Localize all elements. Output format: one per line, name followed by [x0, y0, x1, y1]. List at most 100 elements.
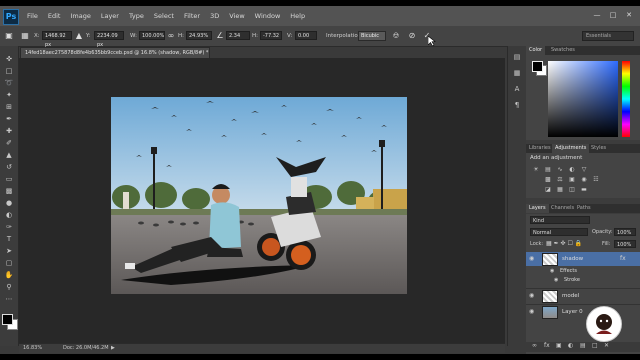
vibrance-icon[interactable]: ▽ — [580, 166, 588, 173]
transform-tool-icon[interactable]: ▣ — [4, 31, 14, 41]
quick-select-tool-icon[interactable]: ✦ — [3, 90, 15, 100]
link-layers-icon[interactable]: ∞ — [532, 342, 537, 349]
character-panel-icon[interactable]: A — [511, 84, 523, 94]
history-panel-icon[interactable]: ▤ — [511, 52, 523, 62]
tab-styles[interactable]: Styles — [588, 144, 609, 153]
fg-color-swatch[interactable] — [532, 61, 543, 72]
cancel-transform-icon[interactable]: ⊘ — [407, 31, 417, 41]
gradient-map-icon[interactable]: ▬ — [580, 186, 588, 193]
tab-color[interactable]: Color — [526, 46, 546, 55]
relative-position-icon[interactable]: ▲ — [74, 31, 84, 41]
photo-filter-icon[interactable]: ◉ — [580, 176, 588, 183]
layer-filter-select[interactable]: Kind — [530, 216, 590, 224]
document-image[interactable] — [111, 97, 407, 294]
menu-layer[interactable]: Layer — [96, 6, 124, 26]
new-layer-icon[interactable]: □ — [592, 342, 598, 349]
properties-panel-icon[interactable]: ▦ — [511, 68, 523, 78]
hand-tool-icon[interactable]: ✋ — [3, 270, 15, 280]
marquee-tool-icon[interactable]: □ — [3, 66, 15, 76]
maximize-icon[interactable]: □ — [608, 10, 618, 20]
path-selection-tool-icon[interactable]: ➤ — [3, 246, 15, 256]
more-tools-icon[interactable]: ⋯ — [3, 294, 15, 304]
lock-icons[interactable]: ▦ ✒ ✜ ☐ 🔒 — [546, 240, 582, 247]
layer-row-layer0[interactable]: ◉ Layer 0 — [526, 304, 640, 319]
crop-tool-icon[interactable]: ⊞ — [3, 102, 15, 112]
pen-tool-icon[interactable]: ✑ — [3, 222, 15, 232]
status-arrow-icon[interactable]: ▶ — [111, 344, 115, 353]
add-style-icon[interactable]: fx — [544, 342, 550, 349]
trash-icon[interactable]: ✕ — [604, 342, 609, 349]
channel-mixer-icon[interactable]: ☷ — [592, 176, 600, 183]
menu-help[interactable]: Help — [285, 6, 310, 26]
posterize-icon[interactable]: ▦ — [556, 186, 564, 193]
color-picker-field[interactable] — [548, 61, 618, 137]
menu-type[interactable]: Type — [124, 6, 149, 26]
menu-view[interactable]: View — [224, 6, 249, 26]
eye-icon[interactable]: ◉ — [529, 292, 534, 299]
brightness-icon[interactable]: ☀ — [532, 166, 540, 173]
blend-mode-select[interactable]: Normal — [530, 228, 588, 236]
menu-3d[interactable]: 3D — [205, 6, 224, 26]
lasso-tool-icon[interactable]: ➰ — [3, 78, 15, 88]
tab-swatches[interactable]: Swatches — [548, 46, 578, 55]
eraser-tool-icon[interactable]: ▭ — [3, 174, 15, 184]
menu-image[interactable]: Image — [65, 6, 95, 26]
warp-icon[interactable]: ⎊ — [391, 31, 401, 41]
type-tool-icon[interactable]: T — [3, 234, 15, 244]
eyedropper-tool-icon[interactable]: ✒ — [3, 114, 15, 124]
paragraph-panel-icon[interactable]: ¶ — [511, 100, 523, 110]
new-adjustment-icon[interactable]: ◐ — [568, 342, 573, 349]
x-position-field[interactable]: 1468.92 px — [42, 31, 72, 48]
shape-tool-icon[interactable]: ▢ — [3, 258, 15, 268]
exposure-icon[interactable]: ◐ — [568, 166, 576, 173]
clone-stamp-tool-icon[interactable]: ▲ — [3, 150, 15, 160]
minimize-icon[interactable]: — — [592, 10, 602, 20]
foreground-background-colors[interactable] — [2, 314, 18, 330]
fill-field[interactable]: 100% — [614, 240, 636, 248]
tab-adjustments[interactable]: Adjustments — [552, 144, 590, 153]
stroke-eye-icon[interactable]: ◉ — [554, 277, 558, 283]
document-tab[interactable]: 14fed18aec275878d8fe4b635bb9cceb.psd @ 1… — [20, 47, 210, 58]
dodge-tool-icon[interactable]: ◐ — [3, 210, 15, 220]
tab-paths[interactable]: Paths — [574, 204, 594, 213]
menu-file[interactable]: File — [22, 6, 43, 26]
menu-edit[interactable]: Edit — [43, 6, 66, 26]
opacity-field[interactable]: 100% — [614, 228, 636, 236]
invert-icon[interactable]: ◪ — [544, 186, 552, 193]
y-position-field[interactable]: 2234.09 px — [94, 31, 124, 48]
interpolation-select[interactable]: Bicubic — [358, 31, 386, 41]
zoom-level[interactable]: 16.83% — [23, 344, 42, 353]
eye-icon[interactable]: ◉ — [529, 255, 534, 262]
curves-icon[interactable]: ∿ — [556, 166, 564, 173]
menu-window[interactable]: Window — [250, 6, 286, 26]
zoom-tool-icon[interactable]: ⚲ — [3, 282, 15, 292]
brush-tool-icon[interactable]: ✐ — [3, 138, 15, 148]
reference-point-icon[interactable]: ▦ — [20, 31, 30, 41]
canvas-area[interactable] — [19, 58, 505, 343]
menu-filter[interactable]: Filter — [179, 6, 205, 26]
width-field[interactable]: 100.00% — [139, 31, 165, 40]
eye-icon[interactable]: ◉ — [529, 308, 534, 315]
history-brush-tool-icon[interactable]: ↺ — [3, 162, 15, 172]
hue-saturation-icon[interactable]: ▩ — [544, 176, 552, 183]
close-icon[interactable]: ✕ — [624, 10, 634, 20]
tab-libraries[interactable]: Libraries — [526, 144, 554, 153]
hue-slider[interactable] — [622, 61, 630, 137]
color-balance-icon[interactable]: ⚖ — [556, 176, 564, 183]
vertical-skew-field[interactable]: 0.00 — [295, 31, 317, 40]
layer-row-model[interactable]: ◉ model — [526, 288, 640, 303]
healing-brush-tool-icon[interactable]: ✚ — [3, 126, 15, 136]
fx-icon[interactable]: fx — [620, 255, 626, 262]
foreground-color-swatch[interactable] — [2, 314, 13, 325]
link-icon[interactable]: ∞ — [166, 31, 176, 41]
blur-tool-icon[interactable]: ● — [3, 198, 15, 208]
height-field[interactable]: 24.93% — [186, 31, 212, 40]
menu-select[interactable]: Select — [149, 6, 179, 26]
layer-stroke-row[interactable]: ◉ Stroke — [526, 276, 640, 285]
threshold-icon[interactable]: ◫ — [568, 186, 576, 193]
angle-field[interactable]: 2.34 — [226, 31, 250, 40]
workspace-select[interactable]: Essentials — [582, 31, 634, 41]
tab-channels[interactable]: Channels — [548, 204, 577, 213]
horizontal-skew-field[interactable]: -77.32 — [260, 31, 282, 40]
layer-row-shadow[interactable]: ◉ shadow fx — [526, 252, 640, 266]
